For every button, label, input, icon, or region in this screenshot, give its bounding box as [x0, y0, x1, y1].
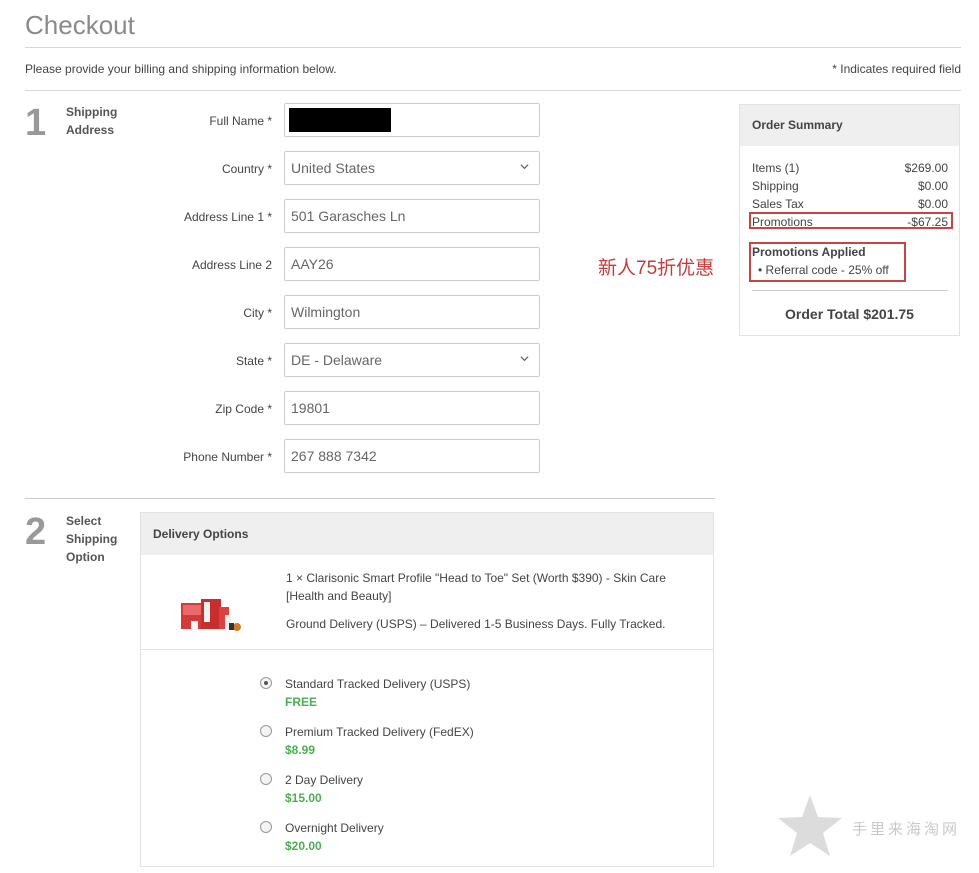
chevron-down-icon [520, 164, 529, 170]
product-image [181, 599, 241, 631]
product-name: 1 × Clarisonic Smart Profile "Head to To… [286, 571, 666, 603]
promotions-highlight [749, 212, 953, 229]
phone-number-label: Phone Number * [183, 450, 272, 464]
delivery-options-panel: Delivery Options 1 × Clarisonic Smart Pr… [140, 512, 714, 867]
redaction-block [289, 108, 391, 132]
address-line-2-label: Address Line 2 [191, 258, 272, 272]
divider [25, 90, 961, 91]
radio-premium-delivery[interactable] [260, 725, 272, 737]
promo-annotation: 新人75折优惠 [598, 258, 715, 279]
divider [752, 290, 948, 291]
radio-overnight-delivery[interactable] [260, 821, 272, 833]
page-title: Checkout [25, 10, 135, 40]
full-name-input[interactable] [284, 103, 540, 137]
country-label: Country * [221, 162, 272, 176]
chevron-down-icon [520, 356, 529, 362]
product-shipping-info: Ground Delivery (USPS) – Delivered 1-5 B… [286, 617, 666, 631]
star-icon [778, 795, 842, 856]
step-number-2: 2 [25, 511, 47, 553]
order-summary-header: Order Summary [740, 105, 959, 146]
address-line-1-label: Address Line 1 * [183, 210, 272, 224]
delivery-options-header: Delivery Options [141, 513, 713, 555]
summary-row-items: Items (1) $269.00 [752, 161, 948, 175]
divider [25, 498, 715, 499]
order-summary-title: Order Summary [752, 118, 843, 132]
state-select[interactable]: DE - Delaware [284, 343, 540, 377]
required-note: * Indicates required field [832, 62, 961, 76]
full-name-label: Full Name * [209, 114, 272, 128]
promotions-applied-title: Promotions Applied [752, 245, 866, 259]
state-value: DE - Delaware [291, 352, 383, 368]
intro-text: Please provide your billing and shipping… [25, 62, 337, 76]
state-label: State * [235, 354, 272, 368]
watermark-text: 手里来海淘网 [852, 820, 961, 838]
city-label: City * [243, 306, 272, 320]
option-name-overnight: Overnight Delivery [285, 821, 384, 835]
divider [25, 47, 961, 48]
country-select[interactable]: United States [284, 151, 540, 185]
summary-row-shipping: Shipping $0.00 [752, 179, 948, 193]
step-2-label: Select Shipping Option [66, 514, 118, 564]
step-number-1: 1 [25, 102, 47, 144]
option-price-standard: FREE [285, 695, 318, 709]
promotion-item: • Referral code - 25% off [758, 263, 889, 277]
address-line-1-input[interactable]: 501 Garasches Ln [284, 199, 540, 233]
order-summary: Order Summary Items (1) $269.00 Shipping $… [739, 104, 960, 336]
option-price-overnight: $20.00 [285, 839, 322, 853]
country-value: United States [291, 160, 376, 176]
order-total: Order Total $201.75 [785, 306, 914, 322]
option-price-2-day: $15.00 [285, 791, 322, 805]
radio-2-day-delivery[interactable] [260, 773, 272, 785]
divider [141, 649, 713, 650]
phone-number-input[interactable]: 267 888 7342 [284, 439, 540, 473]
city-input[interactable]: Wilmington [284, 295, 540, 329]
radio-standard-delivery[interactable] [260, 677, 272, 689]
zip-code-label: Zip Code * [215, 402, 272, 416]
option-name-premium: Premium Tracked Delivery (FedEX) [285, 725, 474, 739]
option-name-2-day: 2 Day Delivery [285, 773, 364, 787]
delivery-options-title: Delivery Options [153, 527, 249, 541]
option-price-premium: $8.99 [285, 743, 316, 757]
zip-code-input[interactable]: 19801 [284, 391, 540, 425]
address-line-2-input[interactable]: AAY26 [284, 247, 540, 281]
summary-row-sales-tax: Sales Tax $0.00 [752, 197, 948, 211]
option-name-standard: Standard Tracked Delivery (USPS) [285, 677, 471, 691]
